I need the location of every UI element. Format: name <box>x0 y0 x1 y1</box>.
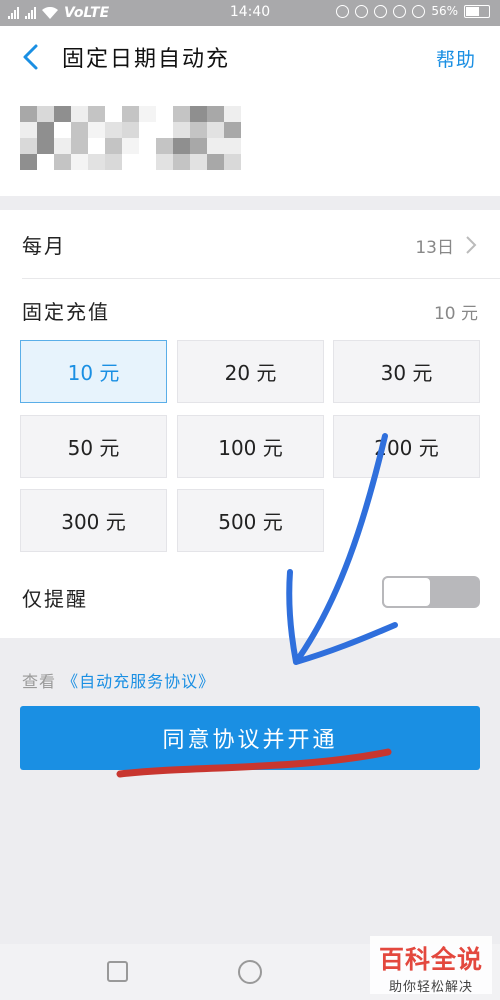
mosaic-cell <box>105 106 122 122</box>
account-info <box>0 88 500 196</box>
mosaic-cell <box>173 122 190 138</box>
mosaic-cell <box>105 122 122 138</box>
reminder-toggle[interactable] <box>382 576 480 608</box>
mosaic-cell <box>88 154 105 170</box>
mosaic-cell <box>156 154 173 170</box>
agreement-link[interactable]: 《自动充服务协议》 <box>62 672 215 691</box>
mosaic-cell <box>224 122 241 138</box>
alarm-icon <box>393 4 407 18</box>
agreement-line: 查看 《自动充服务协议》 <box>22 668 215 692</box>
mosaic-cell <box>139 122 156 138</box>
mosaic-cell <box>105 154 122 170</box>
mosaic-cell <box>207 154 224 170</box>
toggle-knob <box>382 576 432 608</box>
chevron-right-icon <box>466 236 477 254</box>
status-right: 56% <box>336 4 490 18</box>
mosaic-cell <box>207 138 224 154</box>
mosaic-cell <box>71 122 88 138</box>
mosaic-cell <box>37 106 54 122</box>
mosaic-cell <box>224 154 241 170</box>
divider <box>22 278 500 279</box>
mosaic-cell <box>54 138 71 154</box>
mosaic-cell <box>173 154 190 170</box>
watermark-logo: 百科全说 助你轻松解决 <box>370 936 492 995</box>
mosaic-cell <box>71 138 88 154</box>
reminder-label: 仅提醒 <box>22 587 88 611</box>
fixed-amount-value: 10 元 <box>433 304 478 324</box>
agreement-prefix: 查看 <box>22 672 57 691</box>
monthly-value: 13日 <box>415 238 454 258</box>
mosaic-cell <box>88 122 105 138</box>
amount-option-200[interactable]: 200 元 <box>333 415 480 478</box>
mosaic-cell <box>54 154 71 170</box>
mosaic-cell <box>190 154 207 170</box>
mosaic-cell <box>207 106 224 122</box>
mosaic-cell <box>37 122 54 138</box>
mosaic-cell <box>20 154 37 170</box>
mosaic-cell <box>122 154 139 170</box>
mosaic-cell <box>122 106 139 122</box>
page-title: 固定日期自动充 <box>62 47 231 72</box>
mosaic-cell <box>88 106 105 122</box>
mosaic-cell <box>71 106 88 122</box>
amount-option-20[interactable]: 20 元 <box>177 340 324 403</box>
help-button[interactable]: 帮助 <box>436 45 476 72</box>
mosaic-cell <box>20 106 37 122</box>
amount-option-50[interactable]: 50 元 <box>20 415 167 478</box>
pixelated-account-number <box>20 106 241 170</box>
mosaic-cell <box>224 106 241 122</box>
battery-percent: 56% <box>431 4 458 18</box>
nav-bar: 固定日期自动充 帮助 <box>0 26 500 88</box>
mosaic-cell <box>139 138 156 154</box>
mosaic-cell <box>20 138 37 154</box>
mosaic-cell <box>190 122 207 138</box>
mosaic-cell <box>71 154 88 170</box>
amount-grid: 10 元 20 元 30 元 50 元 100 元 200 元 300 元 50… <box>20 340 480 552</box>
mosaic-cell <box>190 138 207 154</box>
mosaic-cell <box>105 138 122 154</box>
amount-option-500[interactable]: 500 元 <box>177 489 324 552</box>
mosaic-cell <box>190 106 207 122</box>
mosaic-cell <box>88 138 105 154</box>
mosaic-cell <box>156 122 173 138</box>
battery-icon <box>464 4 490 18</box>
mosaic-cell <box>156 138 173 154</box>
settings-card: 每月 13日 固定充值 10 元 10 元 20 元 30 元 50 元 100… <box>0 210 500 638</box>
monthly-row[interactable]: 每月 13日 <box>0 210 500 278</box>
headset-icon <box>355 4 369 18</box>
mosaic-cell <box>156 106 173 122</box>
mosaic-cell <box>54 122 71 138</box>
back-arrow-icon[interactable] <box>14 40 48 74</box>
mosaic-cell <box>173 106 190 122</box>
recent-apps-square-icon[interactable] <box>107 961 128 982</box>
mosaic-cell <box>20 122 37 138</box>
fixed-amount-label: 固定充值 <box>22 300 110 324</box>
mosaic-cell <box>207 122 224 138</box>
amount-option-30[interactable]: 30 元 <box>333 340 480 403</box>
mosaic-cell <box>224 138 241 154</box>
mosaic-cell <box>139 154 156 170</box>
status-bar: VoLTE 14:40 56% <box>0 0 500 26</box>
mosaic-cell <box>37 154 54 170</box>
nfc-icon <box>412 4 426 18</box>
mosaic-cell <box>122 122 139 138</box>
mosaic-cell <box>173 138 190 154</box>
amount-option-300[interactable]: 300 元 <box>20 489 167 552</box>
home-circle-icon[interactable] <box>238 960 262 984</box>
agree-and-open-button[interactable]: 同意协议并开通 <box>20 706 480 770</box>
monthly-label: 每月 <box>22 234 66 258</box>
mosaic-cell <box>37 138 54 154</box>
shield-icon <box>336 4 350 18</box>
mosaic-cell <box>139 106 156 122</box>
watermark-main: 百科全说 <box>378 945 483 974</box>
mosaic-cell <box>122 138 139 154</box>
amount-option-10[interactable]: 10 元 <box>20 340 167 403</box>
watermark-sub: 助你轻松解决 <box>388 980 473 995</box>
amount-option-100[interactable]: 100 元 <box>177 415 324 478</box>
bell-off-icon <box>374 4 388 18</box>
mosaic-cell <box>54 106 71 122</box>
